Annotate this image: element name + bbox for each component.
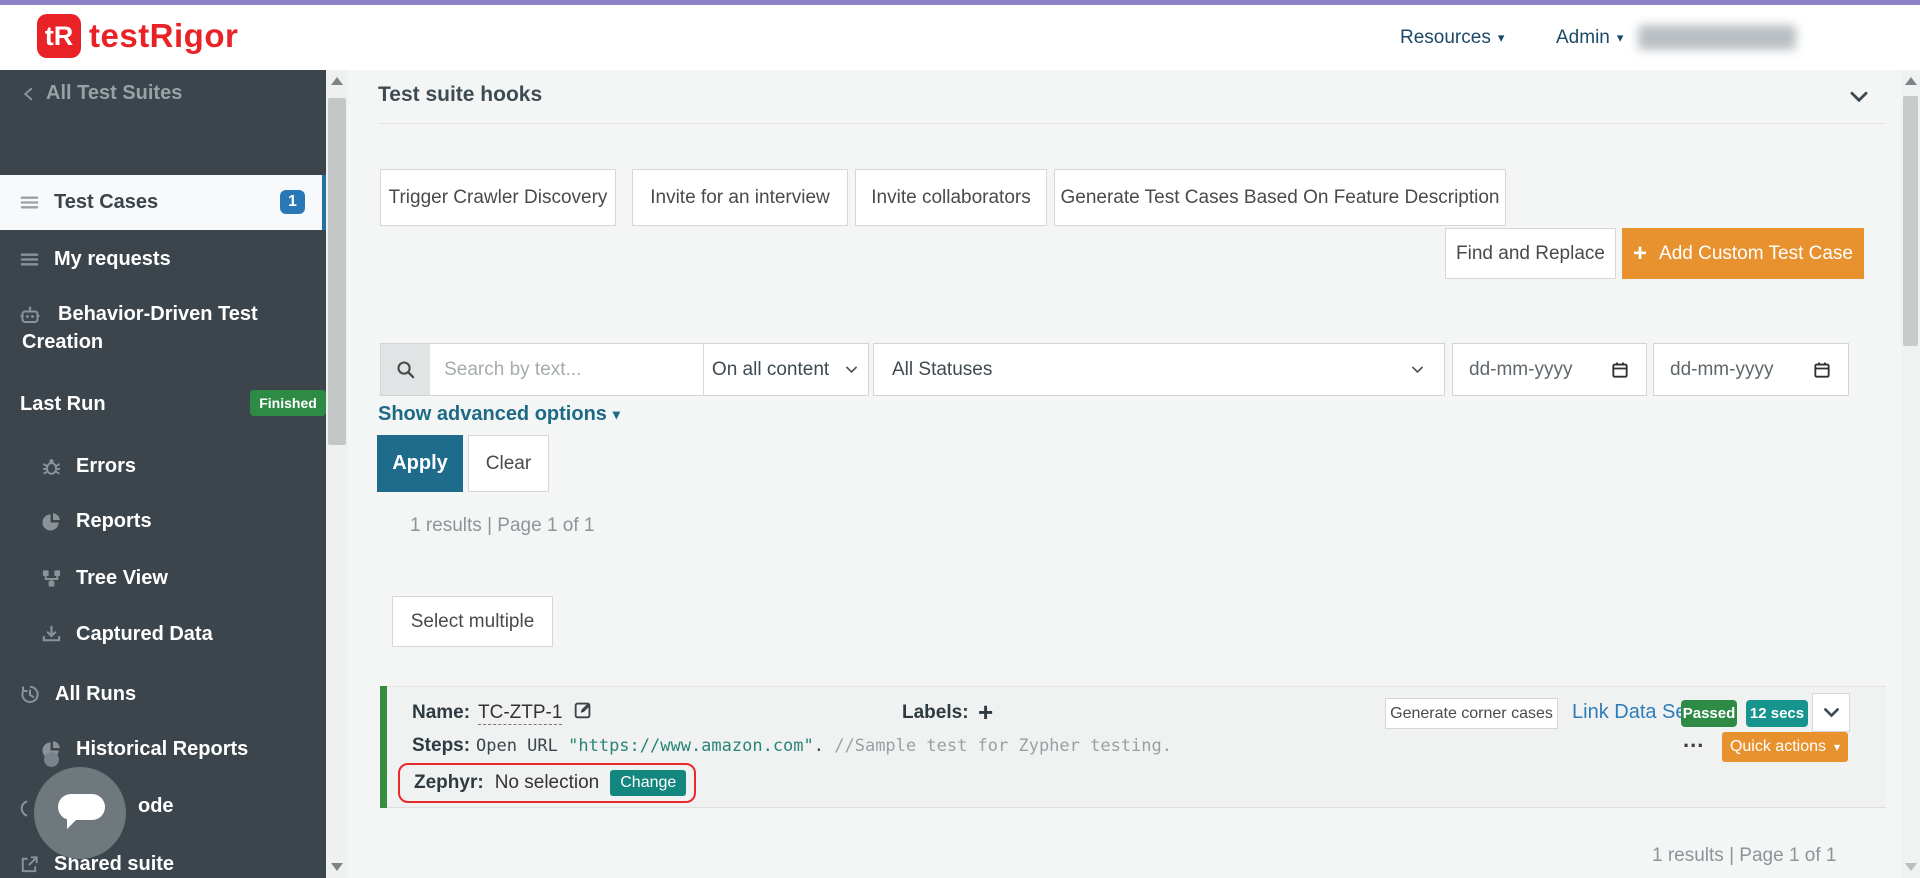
zephyr-annotation-highlight: Zephyr: No selection Change: [398, 763, 696, 803]
date-to-input[interactable]: dd-mm-yyyy: [1653, 343, 1849, 396]
menu-icon: [18, 191, 41, 214]
collapse-section-chevron-icon[interactable]: [1846, 84, 1872, 110]
sidebar-item-shared-suite[interactable]: Shared suite: [18, 853, 174, 876]
name-label: Name:: [412, 702, 470, 724]
edit-name-icon[interactable]: [572, 699, 594, 721]
history-icon: [18, 682, 42, 706]
results-summary: 1 results | Page 1 of 1: [410, 515, 595, 537]
sidebar-item-test-cases[interactable]: Test Cases 1: [0, 175, 326, 230]
top-navbar: tR testRigor Resources ▾ Admin ▾: [0, 5, 1920, 71]
clear-button[interactable]: Clear: [468, 435, 549, 492]
apply-button[interactable]: Apply: [377, 435, 463, 492]
scroll-up-arrow-icon[interactable]: [1905, 77, 1917, 85]
nav-admin[interactable]: Admin ▾: [1556, 25, 1623, 51]
zephyr-change-button[interactable]: Change: [610, 770, 686, 796]
caret-down-icon: ▾: [613, 406, 620, 423]
sidebar-item-errors[interactable]: Errors: [40, 455, 136, 478]
sidebar-item-behavior-driven-test-creation[interactable]: Behavior-Driven Test Creation: [22, 300, 278, 356]
finished-badge: Finished: [250, 390, 326, 416]
search-input[interactable]: [430, 344, 703, 395]
chevron-down-icon: [1409, 361, 1426, 378]
page-scrollbar[interactable]: [1901, 70, 1920, 878]
zephyr-label: Zephyr:: [414, 772, 484, 794]
status-select[interactable]: All Statuses: [873, 343, 1445, 396]
sidebar-scrollbar[interactable]: [326, 70, 348, 878]
passed-badge: Passed: [1681, 700, 1737, 727]
caret-down-icon: ▾: [1617, 30, 1624, 46]
pagination-summary: 1 results | Page 1 of 1: [1652, 845, 1837, 867]
chat-bubble-tail: [67, 818, 78, 829]
divider: [378, 123, 1886, 124]
link-data-set-link[interactable]: Link Data Set: [1572, 701, 1692, 724]
plus-icon: +: [1633, 242, 1647, 266]
chevron-down-icon: [1821, 702, 1842, 723]
nav-resources[interactable]: Resources ▾: [1400, 25, 1504, 51]
generate-test-cases-button[interactable]: Generate Test Cases Based On Feature Des…: [1054, 169, 1506, 226]
bug-icon: [40, 455, 63, 478]
labels-label: Labels:: [902, 702, 969, 724]
test-case-card: Name: TC-ZTP-1 Labels: + Steps: Open URL…: [380, 686, 1886, 808]
chat-widget-dot: [44, 752, 59, 767]
test-case-status-bar: [380, 686, 387, 808]
add-custom-test-case-button[interactable]: + Add Custom Test Case: [1622, 228, 1864, 279]
scroll-up-arrow-icon[interactable]: [331, 77, 343, 85]
sidebar-item-my-requests[interactable]: My requests: [18, 248, 171, 271]
scroll-down-arrow-icon[interactable]: [1905, 863, 1917, 871]
sidebar-item-partially-hidden[interactable]: ode: [138, 795, 174, 818]
main-content: Test suite hooks Trigger Crawler Discove…: [348, 70, 1901, 878]
logo-text: testRigor: [89, 17, 238, 55]
sidebar-item-tree-view[interactable]: Tree View: [40, 567, 168, 590]
calendar-icon[interactable]: [1812, 360, 1832, 380]
expand-test-case-button[interactable]: [1812, 693, 1850, 732]
date-from-input[interactable]: dd-mm-yyyy: [1452, 343, 1647, 396]
calendar-icon[interactable]: [1610, 360, 1630, 380]
search-scope-dropdown[interactable]: On all content: [703, 344, 868, 395]
chat-widget-button[interactable]: [34, 767, 126, 859]
scroll-down-arrow-icon[interactable]: [331, 863, 343, 871]
page-scrollbar-thumb[interactable]: [1903, 96, 1918, 346]
download-tray-icon: [40, 623, 63, 646]
menu-icon: [18, 248, 41, 271]
pie-chart-icon: [40, 510, 63, 533]
show-advanced-options-link[interactable]: Show advanced options ▾: [378, 403, 620, 426]
trigger-crawler-discovery-button[interactable]: Trigger Crawler Discovery: [380, 169, 616, 226]
chevron-down-icon: [843, 361, 860, 378]
sidebar-item-reports[interactable]: Reports: [40, 510, 152, 533]
testrigor-logo[interactable]: tR testRigor: [37, 14, 238, 58]
caret-down-icon: ▾: [1834, 740, 1840, 754]
sidebar-item-historical-reports[interactable]: Historical Reports: [40, 738, 248, 761]
page-title: Test suite hooks: [378, 83, 542, 107]
sidebar-item-last-run[interactable]: Last Run Finished: [20, 393, 306, 416]
tree-nodes-icon: [40, 567, 63, 590]
add-label-plus-icon[interactable]: +: [978, 697, 993, 728]
app-window: tR testRigor Resources ▾ Admin ▾ All Tes…: [0, 0, 1920, 878]
chevron-left-icon: [20, 85, 38, 103]
zephyr-value: No selection: [495, 772, 600, 794]
sidebar-back-all-test-suites[interactable]: All Test Suites: [20, 82, 182, 105]
generate-corner-cases-button[interactable]: Generate corner cases: [1385, 698, 1558, 729]
more-actions-ellipsis[interactable]: ...: [1683, 727, 1704, 753]
select-multiple-button[interactable]: Select multiple: [392, 596, 553, 647]
search-button[interactable]: [381, 344, 430, 395]
sidebar-item-captured-data[interactable]: Captured Data: [40, 623, 213, 646]
invite-for-interview-button[interactable]: Invite for an interview: [632, 169, 848, 226]
search-filter-group: On all content: [380, 343, 869, 396]
share-export-icon: [18, 853, 41, 876]
sidebar-item-all-runs[interactable]: All Runs: [18, 682, 136, 706]
search-icon: [394, 358, 417, 381]
test-case-name[interactable]: TC-ZTP-1: [478, 702, 562, 725]
duration-badge: 12 secs: [1746, 700, 1808, 727]
chat-bubble-icon: [58, 794, 105, 820]
logo-monogram: tR: [37, 14, 81, 58]
steps-label: Steps:: [412, 735, 470, 757]
test-cases-count-badge: 1: [280, 190, 305, 214]
user-menu-blurred[interactable]: [1638, 25, 1796, 50]
quick-actions-button[interactable]: Quick actions ▾: [1722, 732, 1848, 762]
test-case-steps[interactable]: Open URL "https://www.amazon.com". //Sam…: [476, 736, 1172, 756]
invite-collaborators-button[interactable]: Invite collaborators: [855, 169, 1047, 226]
sidebar-scrollbar-thumb[interactable]: [328, 98, 346, 445]
caret-down-icon: ▾: [1498, 30, 1505, 46]
find-and-replace-button[interactable]: Find and Replace: [1445, 228, 1616, 279]
